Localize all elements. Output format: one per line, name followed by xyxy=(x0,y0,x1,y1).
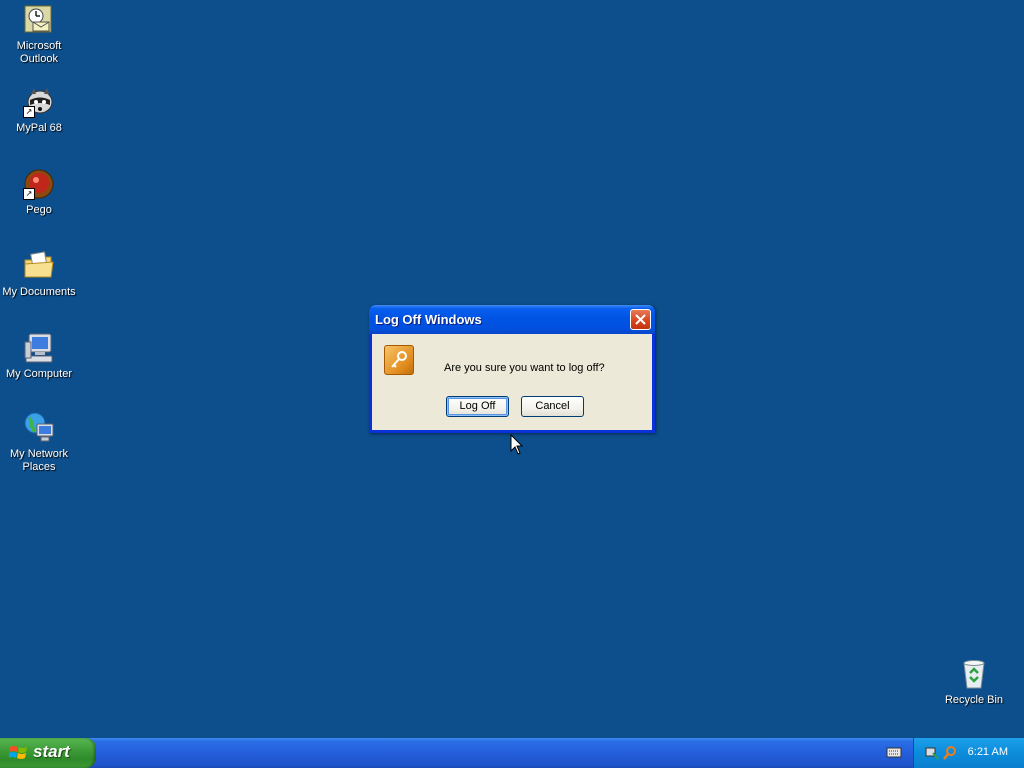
dialog-message: Are you sure you want to log off? xyxy=(444,362,605,374)
desktop-icon-recycle-bin[interactable]: Recycle Bin xyxy=(935,658,1013,707)
desktop-icon-label: Microsoft Outlook xyxy=(16,40,62,65)
cancel-button[interactable]: Cancel xyxy=(521,396,584,417)
desktop-icon-label: Recycle Bin xyxy=(944,694,1004,706)
search-tray-icon[interactable] xyxy=(942,745,958,761)
desktop-icon-my-documents[interactable]: My Documents xyxy=(0,250,78,299)
dialog-title: Log Off Windows xyxy=(375,312,482,327)
network-places-icon xyxy=(23,412,55,444)
desktop-icon-label: My Network Places xyxy=(9,448,69,473)
mouse-pointer-icon xyxy=(510,434,524,455)
my-documents-icon xyxy=(23,250,55,282)
system-tray: 6:21 AM xyxy=(913,738,1024,768)
taskbar: start 6:21 AM xyxy=(0,738,1024,768)
dialog-titlebar[interactable]: Log Off Windows xyxy=(369,305,655,334)
shortcut-arrow-icon: ↗ xyxy=(23,188,35,200)
network-tray-icon[interactable] xyxy=(924,745,940,761)
start-label: start xyxy=(33,742,70,761)
close-button[interactable] xyxy=(630,309,651,330)
log-off-button[interactable]: Log Off xyxy=(446,396,509,417)
outlook-icon xyxy=(23,4,55,36)
logoff-dialog: Log Off Windows Are you sure you want to… xyxy=(369,305,655,433)
desktop-icon-label: My Documents xyxy=(2,286,76,298)
my-computer-icon xyxy=(23,332,55,364)
desktop-icon-network-places[interactable]: My Network Places xyxy=(0,412,78,474)
desktop-icon-label: Pego xyxy=(26,204,52,216)
desktop-icon-label: My Computer xyxy=(5,368,73,380)
desktop-icon-outlook[interactable]: Microsoft Outlook xyxy=(0,4,78,66)
desktop-icon-mypal[interactable]: ↗ MyPal 68 xyxy=(0,86,78,135)
desktop-icon-my-computer[interactable]: My Computer xyxy=(0,332,78,381)
key-icon xyxy=(384,345,414,375)
recycle-bin-icon xyxy=(958,658,990,690)
shortcut-arrow-icon: ↗ xyxy=(23,106,35,118)
close-icon xyxy=(635,314,646,325)
desktop-icon-pego[interactable]: ↗ Pego xyxy=(0,168,78,217)
pego-icon: ↗ xyxy=(23,168,55,200)
mypal-raccoon-icon: ↗ xyxy=(23,86,55,118)
windows-flag-icon xyxy=(9,746,27,759)
keyboard-icon[interactable] xyxy=(886,745,902,759)
clock[interactable]: 6:21 AM xyxy=(968,746,1008,758)
desktop-icon-label: MyPal 68 xyxy=(16,122,62,134)
dialog-body: Are you sure you want to log off? Log Of… xyxy=(372,334,652,430)
start-button[interactable]: start xyxy=(0,738,96,768)
